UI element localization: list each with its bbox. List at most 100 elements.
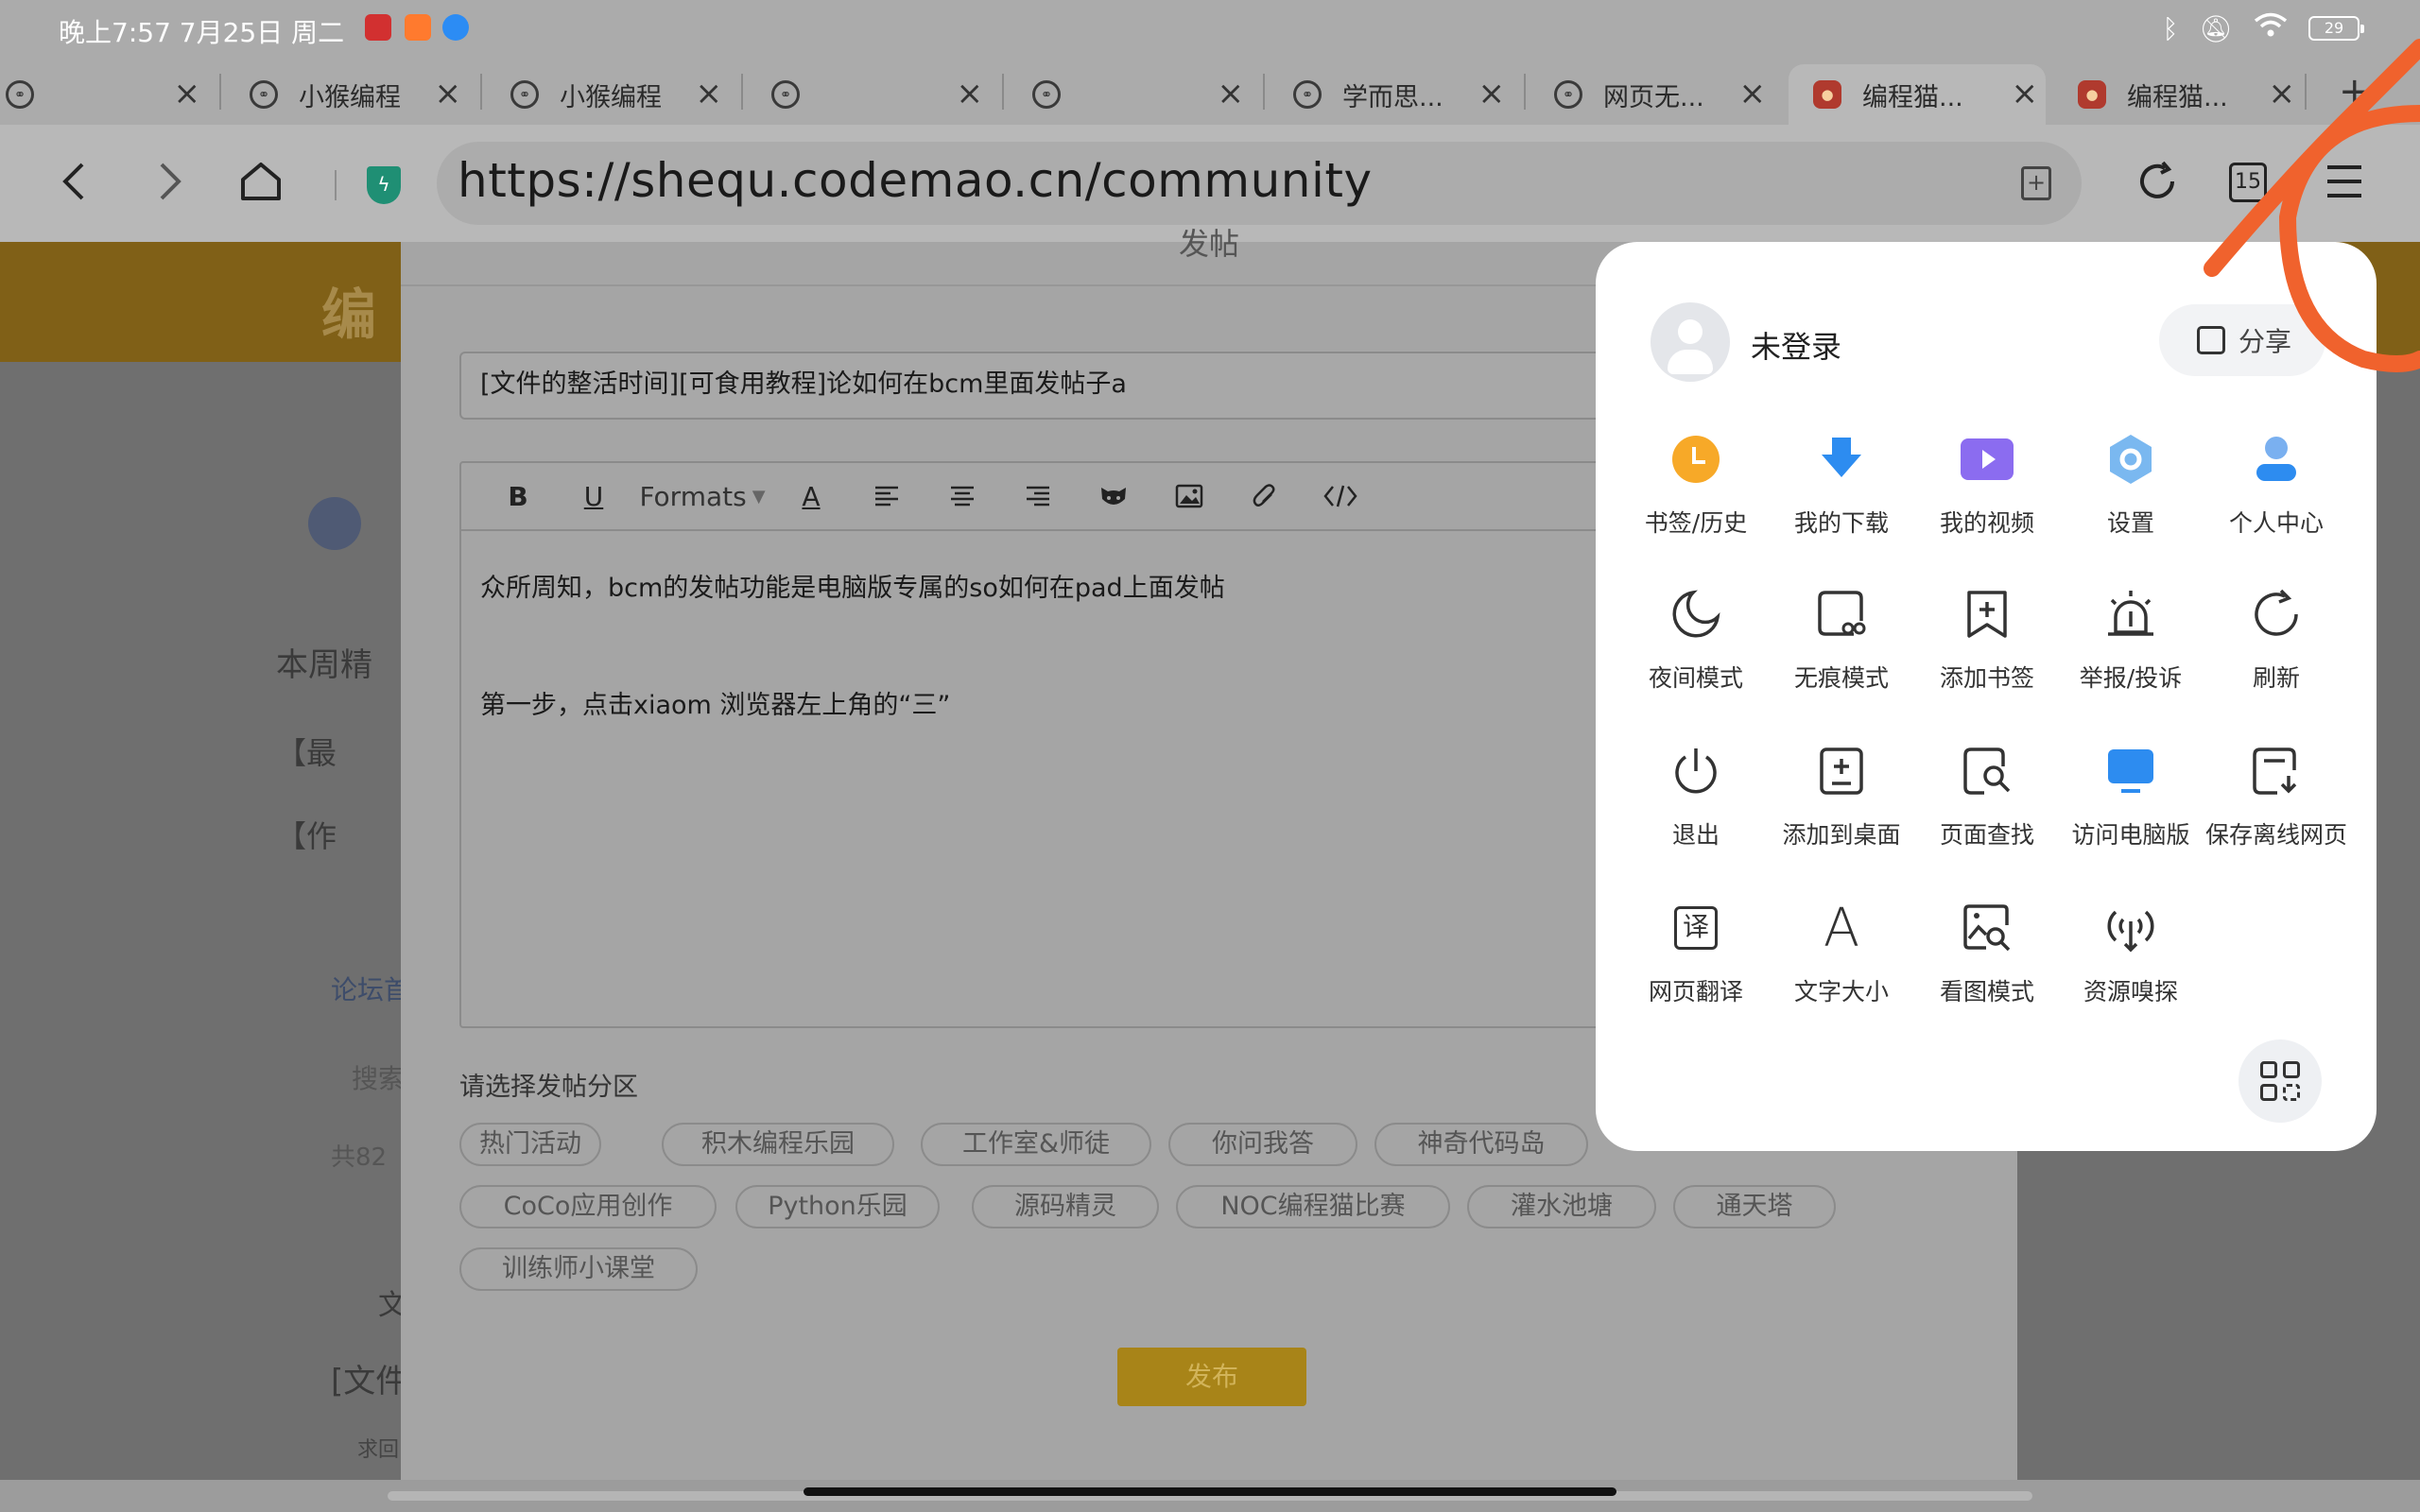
tab-divider bbox=[1524, 74, 1526, 110]
reload-icon[interactable] bbox=[2127, 151, 2187, 212]
menu-item-label: 设置 bbox=[2106, 509, 2154, 537]
settings-icon bbox=[2102, 431, 2159, 488]
add-bookmark-icon[interactable]: + bbox=[2021, 166, 2051, 200]
menu-item-bookmarks-history[interactable]: 书签/历史 bbox=[1624, 431, 1768, 539]
underline-button[interactable]: U bbox=[556, 470, 631, 523]
image-icon[interactable] bbox=[1151, 470, 1227, 523]
close-tab-icon[interactable]: × bbox=[2269, 77, 2296, 110]
forum-home-link[interactable]: 论坛首 bbox=[331, 970, 410, 1007]
close-tab-icon[interactable]: × bbox=[696, 77, 723, 110]
share-icon bbox=[2197, 326, 2225, 354]
menu-item-refresh[interactable]: 刷新 bbox=[2204, 586, 2348, 694]
close-tab-icon[interactable]: × bbox=[2012, 77, 2039, 110]
browser-tab[interactable]: ⚭ 学而思... × bbox=[1261, 64, 1512, 125]
menu-item-find-in-page[interactable]: 页面查找 bbox=[1915, 743, 2059, 850]
align-left-icon[interactable] bbox=[849, 470, 925, 523]
section-pill[interactable]: 积木编程乐园 bbox=[662, 1123, 894, 1166]
section-pill[interactable]: 源码精灵 bbox=[972, 1185, 1159, 1228]
align-right-icon[interactable] bbox=[1000, 470, 1076, 523]
menu-item-incognito[interactable]: 无痕模式 bbox=[1770, 586, 1913, 694]
menu-item-image-mode[interactable]: 看图模式 bbox=[1915, 900, 2059, 1007]
browser-tab[interactable]: ⚭ 网页无... × bbox=[1522, 64, 1773, 125]
section-pill[interactable]: NOC编程猫比赛 bbox=[1176, 1185, 1450, 1228]
back-icon[interactable] bbox=[43, 151, 104, 212]
edit-menu-grid-button[interactable] bbox=[2238, 1040, 2322, 1123]
browser-tab[interactable]: ⚭ 小猴编程 × bbox=[217, 64, 469, 125]
security-shield-icon[interactable]: ϟ bbox=[367, 166, 401, 204]
bold-button[interactable]: B bbox=[480, 470, 556, 523]
home-icon[interactable] bbox=[231, 151, 291, 212]
post-title-preview[interactable]: [文件 bbox=[331, 1355, 407, 1401]
menu-icon[interactable] bbox=[2314, 151, 2375, 212]
publish-button[interactable]: 发布 bbox=[1117, 1348, 1306, 1406]
search-box[interactable]: 搜索 bbox=[352, 1058, 405, 1096]
section-pill[interactable]: 训练师小课堂 bbox=[459, 1247, 698, 1291]
close-tab-icon[interactable]: × bbox=[435, 77, 462, 110]
browser-tab-active[interactable]: ● 编程猫... × bbox=[1789, 64, 2046, 125]
browser-tab[interactable]: ● 编程猫... × bbox=[2051, 64, 2303, 125]
section-pill[interactable]: CoCo应用创作 bbox=[459, 1185, 717, 1228]
url-text[interactable]: https://shequ.codemao.cn/community bbox=[458, 153, 1373, 208]
section-pill[interactable]: 你问我答 bbox=[1168, 1123, 1357, 1166]
sidebar-heading: 本周精 bbox=[276, 646, 372, 684]
post-title-input[interactable]: [文件的整活时间][可食用教程]论如何在bcm里面发帖子a bbox=[459, 352, 1688, 420]
forward-icon[interactable] bbox=[140, 151, 200, 212]
editor-content[interactable]: 众所周知，bcm的发帖功能是电脑版专属的so如何在pad上面发帖 第一步，点击x… bbox=[480, 567, 1225, 743]
attachment-icon[interactable] bbox=[1227, 470, 1303, 523]
gesture-handle[interactable] bbox=[804, 1487, 1616, 1496]
menu-item-add-to-desktop[interactable]: 添加到桌面 bbox=[1770, 743, 1913, 850]
section-pill[interactable]: 神奇代码岛 bbox=[1374, 1123, 1588, 1166]
menu-item-label: 访问电脑版 bbox=[2071, 821, 2190, 849]
menu-item-exit[interactable]: 退出 bbox=[1624, 743, 1768, 850]
section-pill[interactable]: 工作室&师徒 bbox=[921, 1123, 1151, 1166]
login-status[interactable]: 未登录 bbox=[1751, 323, 1841, 367]
share-button[interactable]: 分享 bbox=[2159, 304, 2325, 376]
menu-item-desktop-version[interactable]: 访问电脑版 bbox=[2059, 743, 2203, 850]
section-pill[interactable]: 通天塔 bbox=[1673, 1185, 1836, 1228]
code-icon[interactable] bbox=[1303, 470, 1378, 523]
menu-item-resource-sniff[interactable]: 资源嗅探 bbox=[2059, 900, 2203, 1007]
section-pill[interactable]: Python乐园 bbox=[735, 1185, 940, 1228]
translate-icon: 译 bbox=[1668, 900, 1724, 956]
sidebar-item[interactable]: 【作 bbox=[276, 813, 337, 856]
align-center-icon[interactable] bbox=[925, 470, 1000, 523]
menu-item-downloads[interactable]: 我的下载 bbox=[1770, 431, 1913, 539]
menu-item-translate[interactable]: 译 网页翻译 bbox=[1624, 900, 1768, 1007]
formats-label: Formats bbox=[639, 480, 747, 512]
menu-item-videos[interactable]: 我的视频 bbox=[1915, 431, 2059, 539]
tab-count-button[interactable]: 15 bbox=[2229, 163, 2267, 202]
status-bar: 晚上7:57 7月25日 周二 ᛒ 🔕︎ 29 bbox=[0, 0, 2420, 57]
tab-title: 网页无... bbox=[1603, 82, 1704, 112]
menu-item-add-bookmark[interactable]: 添加书签 bbox=[1915, 586, 2059, 694]
power-icon bbox=[1668, 743, 1724, 799]
sidebar-item[interactable]: 【最 bbox=[276, 730, 337, 773]
close-tab-icon[interactable]: × bbox=[1218, 77, 1245, 110]
browser-tab[interactable]: ⚭ × bbox=[739, 64, 991, 125]
formats-dropdown[interactable]: Formats ▼ bbox=[631, 470, 773, 523]
menu-item-profile[interactable]: 个人中心 bbox=[2204, 431, 2348, 539]
close-tab-icon[interactable]: × bbox=[957, 77, 984, 110]
browser-tab[interactable]: ⚭ 小猴编程 × bbox=[478, 64, 730, 125]
section-pill[interactable]: 热门活动 bbox=[459, 1123, 601, 1166]
browser-tab[interactable]: ⚭ × bbox=[0, 64, 208, 125]
rich-text-editor[interactable]: B U Formats ▼ A 众所周知，bcm的发帖功能是电脑版专属的so如何… bbox=[459, 461, 1688, 1028]
tab-strip: ⚭ × ⚭ 小猴编程 × ⚭ 小猴编程 × ⚭ × ⚭ × ⚭ 学而思... × bbox=[0, 57, 2420, 125]
add-to-desktop-icon bbox=[1813, 743, 1870, 799]
share-label: 分享 bbox=[2238, 326, 2292, 357]
browser-tab[interactable]: ⚭ × bbox=[1000, 64, 1252, 125]
menu-item-save-offline[interactable]: 保存离线网页 bbox=[2204, 743, 2348, 850]
close-tab-icon[interactable]: × bbox=[1739, 77, 1767, 110]
menu-item-night-mode[interactable]: 夜间模式 bbox=[1624, 586, 1768, 694]
menu-item-text-size[interactable]: A 文字大小 bbox=[1770, 898, 1913, 1007]
section-pill[interactable]: 灌水池塘 bbox=[1467, 1185, 1656, 1228]
menu-item-report[interactable]: 举报/投诉 bbox=[2059, 586, 2203, 694]
menu-item-settings[interactable]: 设置 bbox=[2059, 431, 2203, 539]
new-tab-icon[interactable]: + bbox=[2339, 70, 2371, 113]
text-color-button[interactable]: A bbox=[773, 470, 849, 523]
close-tab-icon[interactable]: × bbox=[1478, 77, 1506, 110]
codemao-favicon-icon: ● bbox=[2078, 80, 2106, 109]
menu-item-label: 书签/历史 bbox=[1644, 509, 1748, 537]
avatar[interactable] bbox=[1651, 302, 1730, 382]
emoji-cat-icon[interactable] bbox=[1076, 470, 1151, 523]
close-tab-icon[interactable]: × bbox=[174, 77, 201, 110]
